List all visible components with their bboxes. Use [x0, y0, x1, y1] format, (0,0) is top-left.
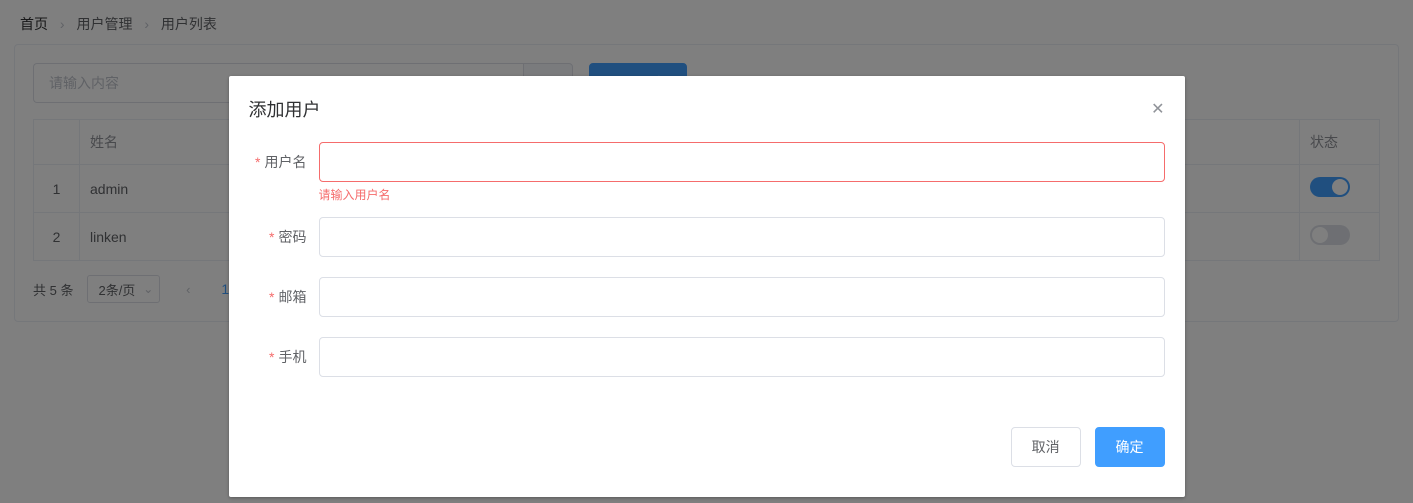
form-row-password: * 密码 [249, 217, 1165, 257]
password-label-text: 密码 [279, 229, 307, 245]
required-mark: * [269, 289, 274, 305]
email-label: * 邮箱 [249, 277, 319, 317]
username-label: * 用户名 [249, 142, 319, 182]
password-label: * 密码 [249, 217, 319, 257]
cancel-button[interactable]: 取消 [1011, 427, 1081, 467]
dialog-title: 添加用户 [249, 96, 321, 122]
form-row-phone: * 手机 [249, 337, 1165, 377]
username-label-text: 用户名 [265, 154, 307, 170]
close-icon: ✕ [1151, 101, 1164, 118]
phone-input[interactable] [319, 337, 1165, 377]
email-label-text: 邮箱 [279, 289, 307, 305]
username-error: 请输入用户名 [319, 186, 1165, 203]
username-input[interactable] [319, 142, 1165, 182]
form-row-username: * 用户名 [249, 142, 1165, 182]
dialog-header: 添加用户 ✕ [229, 76, 1185, 132]
form-row-email: * 邮箱 [249, 277, 1165, 317]
add-user-dialog: 添加用户 ✕ * 用户名 请输入用户名 * 密码 * 邮箱 * 手机 [229, 76, 1185, 497]
confirm-button[interactable]: 确定 [1095, 427, 1165, 467]
email-input[interactable] [319, 277, 1165, 317]
required-mark: * [269, 349, 274, 365]
phone-label-text: 手机 [279, 349, 307, 365]
phone-label: * 手机 [249, 337, 319, 377]
required-mark: * [255, 154, 260, 170]
dialog-close-button[interactable]: ✕ [1151, 99, 1164, 119]
required-mark: * [269, 229, 274, 245]
password-input[interactable] [319, 217, 1165, 257]
dialog-body: * 用户名 请输入用户名 * 密码 * 邮箱 * 手机 [229, 132, 1185, 417]
dialog-footer: 取消 确定 [229, 417, 1185, 487]
